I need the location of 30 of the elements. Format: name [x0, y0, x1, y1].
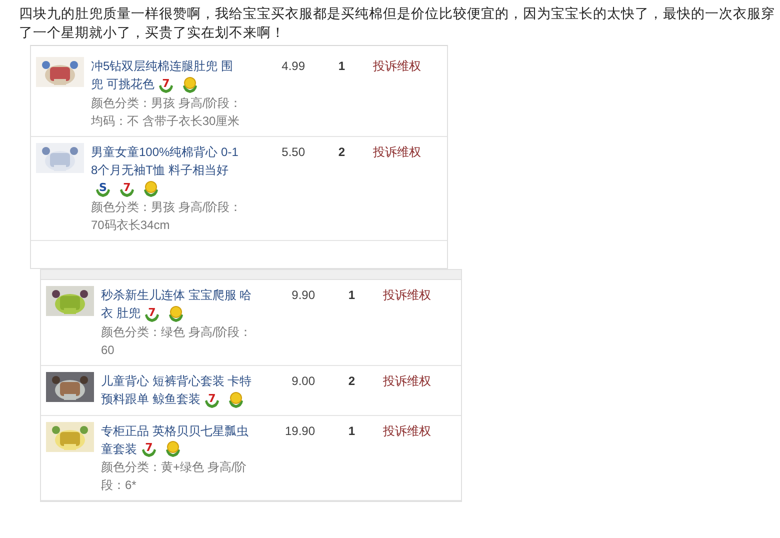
product-title[interactable]: 男童女童100%纯棉背心 0-18个月无袖T恤 料子相当好 S 7	[91, 142, 243, 198]
quantity: 2	[348, 374, 355, 388]
quantity: 1	[348, 424, 355, 438]
product-spec: 颜色分类：黄+绿色 身高/阶段：6*	[101, 459, 248, 494]
price: 4.99	[282, 59, 305, 73]
product-spec: 颜色分类：绿色 身高/阶段：60	[101, 324, 253, 359]
product-title[interactable]: 冲5钻双层纯棉连腿肚兜 围兜 可挑花色 7	[91, 57, 243, 94]
complaint-link[interactable]: 投诉维权	[373, 59, 421, 73]
product-title[interactable]: 专柜正品 英格贝贝七星瓢虫童套装 7	[101, 422, 253, 458]
medal-icon	[164, 440, 182, 458]
price: 9.90	[292, 288, 315, 302]
price: 19.90	[284, 424, 315, 438]
medal-icon	[167, 304, 186, 323]
complaint-link[interactable]: 投诉维权	[383, 424, 431, 438]
product-title[interactable]: 秒杀新生儿连体 宝宝爬服 哈衣 肚兜 7	[101, 286, 253, 323]
product-spec: 颜色分类：男孩 身高/阶段：均码：不 含带子衣长30厘米	[91, 94, 243, 130]
complaint-link[interactable]: 投诉维权	[383, 288, 431, 302]
quantity: 2	[338, 144, 345, 159]
medal-icon	[142, 180, 160, 198]
post-text: 四块九的肚兜质量一样很赞啊，我给宝宝买衣服都是买纯棉但是价位比较便宜的，因为宝宝长的太快了，最快的一次衣服穿了一个星期就小了，买贵了实在划不来啊！	[18, 5, 776, 42]
price: 9.00	[292, 374, 315, 388]
complaint-link[interactable]: 投诉维权	[383, 374, 431, 388]
complaint-link[interactable]: 投诉维权	[373, 144, 421, 159]
price: 5.50	[282, 144, 305, 159]
quantity: 1	[338, 59, 345, 73]
product-title[interactable]: 儿童背心 短裤背心套装 卡特预料跟单 鲸鱼套装 7	[101, 372, 253, 409]
product-spec: 颜色分类：男孩 身高/阶段：70码衣长34cm	[91, 198, 243, 234]
medal-icon	[227, 390, 246, 409]
medal-icon	[181, 76, 200, 94]
quantity: 1	[348, 288, 355, 302]
